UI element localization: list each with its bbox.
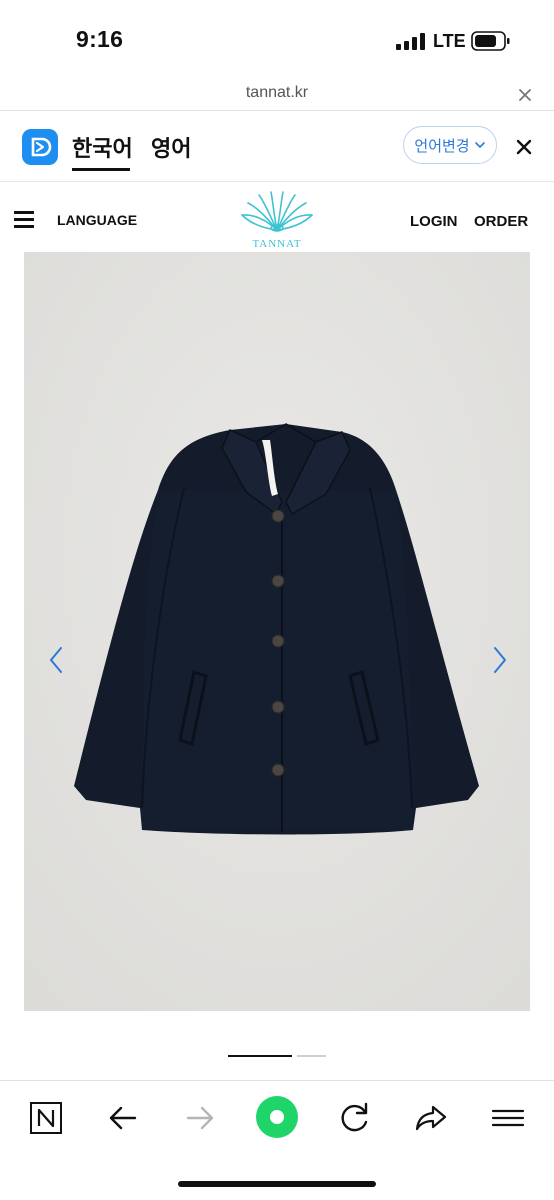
carousel-indicator-active[interactable] bbox=[228, 1055, 292, 1057]
carousel-next-icon[interactable] bbox=[486, 645, 512, 675]
signal-icon bbox=[396, 33, 425, 50]
login-link[interactable]: LOGIN bbox=[410, 213, 458, 230]
green-dot-icon[interactable] bbox=[256, 1096, 298, 1138]
home-indicator[interactable] bbox=[178, 1181, 376, 1187]
product-image bbox=[24, 252, 530, 1011]
active-tab-underline bbox=[72, 168, 130, 171]
change-language-label: 언어변경 bbox=[414, 137, 470, 155]
carousel-prev-icon[interactable] bbox=[44, 645, 70, 675]
status-time: 9:16 bbox=[76, 26, 124, 52]
carousel-indicator[interactable] bbox=[297, 1055, 326, 1057]
order-link[interactable]: ORDER bbox=[474, 213, 528, 230]
tab-english[interactable]: 영어 bbox=[151, 131, 191, 163]
chevron-down-icon bbox=[474, 142, 485, 149]
tannat-logo[interactable]: TANNAT bbox=[236, 190, 318, 252]
language-menu[interactable]: LANGUAGE bbox=[57, 212, 137, 228]
naver-n-icon[interactable] bbox=[26, 1098, 66, 1138]
close-translate-icon[interactable] bbox=[510, 133, 538, 161]
close-icon[interactable] bbox=[512, 82, 538, 108]
menu-icon[interactable] bbox=[488, 1098, 528, 1138]
divider bbox=[0, 110, 554, 111]
battery-icon bbox=[471, 31, 510, 51]
divider bbox=[0, 1080, 554, 1081]
menu-icon[interactable] bbox=[14, 211, 34, 229]
share-icon[interactable] bbox=[411, 1098, 451, 1138]
network-label: LTE bbox=[433, 31, 466, 51]
tab-korean[interactable]: 한국어 bbox=[72, 131, 133, 163]
url-text[interactable]: tannat.kr bbox=[0, 84, 554, 102]
change-language-button[interactable]: 언어변경 bbox=[403, 126, 497, 164]
logo-wordmark: TANNAT bbox=[252, 238, 301, 250]
forward-icon[interactable] bbox=[180, 1098, 220, 1138]
divider bbox=[0, 181, 554, 182]
refresh-icon[interactable] bbox=[334, 1098, 374, 1138]
back-icon[interactable] bbox=[103, 1098, 143, 1138]
translate-app-icon bbox=[22, 129, 58, 165]
